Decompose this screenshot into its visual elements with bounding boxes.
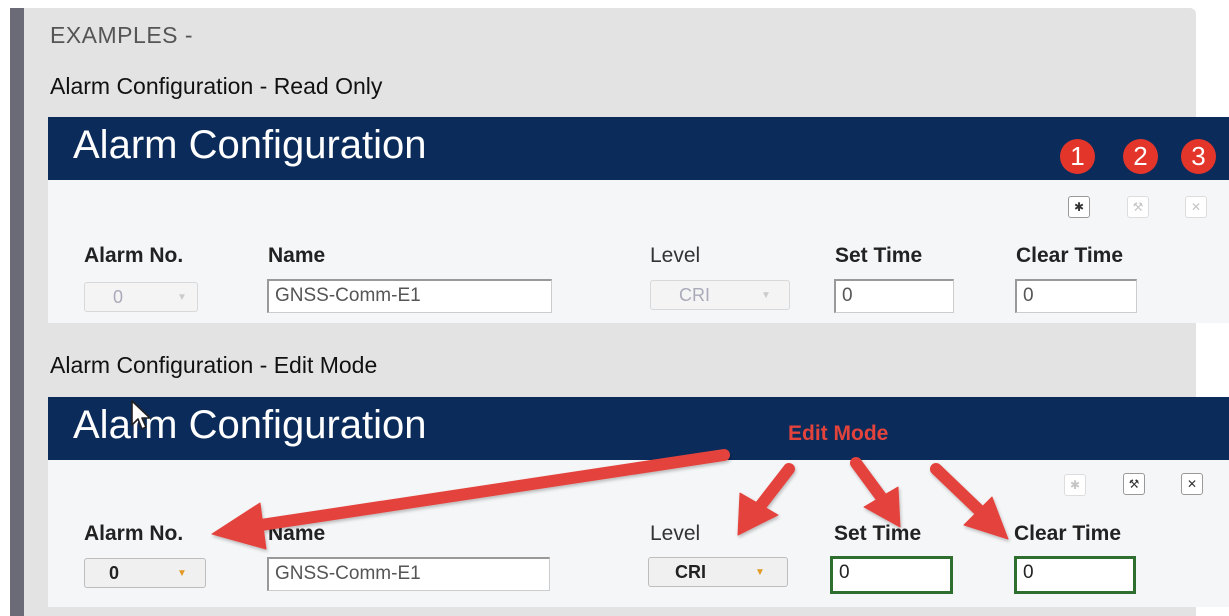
- badge-3: 3: [1181, 139, 1216, 174]
- gear-icon: ✱: [1073, 200, 1085, 214]
- clear-time-label: Clear Time: [1016, 244, 1123, 267]
- name-field[interactable]: GNSS-Comm-E1: [267, 279, 552, 313]
- name-label: Name: [268, 244, 326, 267]
- examples-heading: EXAMPLES -: [50, 22, 194, 48]
- arrow-to-clear-time: [930, 463, 990, 521]
- set-time-label: Set Time: [835, 244, 923, 267]
- badge-1: 1: [1060, 139, 1095, 174]
- readonly-header: Alarm Configuration: [48, 117, 1229, 180]
- level-select[interactable]: CRI ▼: [650, 280, 790, 310]
- arrow-to-level: [752, 463, 795, 515]
- readonly-caption: Alarm Configuration - Read Only: [50, 73, 383, 99]
- arrow-to-set-time: [850, 457, 890, 507]
- level-value: CRI: [679, 284, 710, 305]
- edit-button[interactable]: ⚒: [1127, 196, 1149, 218]
- readonly-screenshot: Alarm Configuration 1 2 3 ✱ ⚒ ✕ Alarm No…: [48, 117, 1229, 323]
- close-button[interactable]: ✕: [1185, 196, 1207, 218]
- settings-button[interactable]: ✱: [1068, 196, 1090, 218]
- chevron-down-icon: ▼: [761, 289, 771, 301]
- level-label: Level: [650, 244, 701, 267]
- readonly-window-title: Alarm Configuration: [73, 123, 427, 167]
- editmode-caption: Alarm Configuration - Edit Mode: [50, 352, 378, 378]
- left-accent-bar: [10, 8, 24, 616]
- alarm-no-value: 0: [113, 286, 124, 307]
- close-icon: ✕: [1190, 200, 1202, 214]
- edit-mode-annotation: Edit Mode: [788, 422, 889, 445]
- alarm-no-select[interactable]: 0 ▼: [84, 282, 198, 312]
- alarm-no-label: Alarm No.: [84, 244, 184, 267]
- chevron-down-icon: ▼: [177, 291, 187, 303]
- set-time-field[interactable]: 0: [834, 279, 954, 313]
- annotation-arrows: [211, 449, 1009, 550]
- clear-time-field[interactable]: 0: [1015, 279, 1137, 313]
- wrench-icon: ⚒: [1132, 200, 1144, 214]
- arrow-to-alarm-no: [242, 449, 730, 533]
- editmode-screenshot: Alarm Configuration ✱ ⚒ ✕ Alarm No. Name…: [48, 397, 1229, 607]
- arrowhead-alarm-no: [211, 502, 267, 550]
- mouse-cursor-icon: [131, 400, 151, 430]
- badge-2: 2: [1123, 139, 1158, 174]
